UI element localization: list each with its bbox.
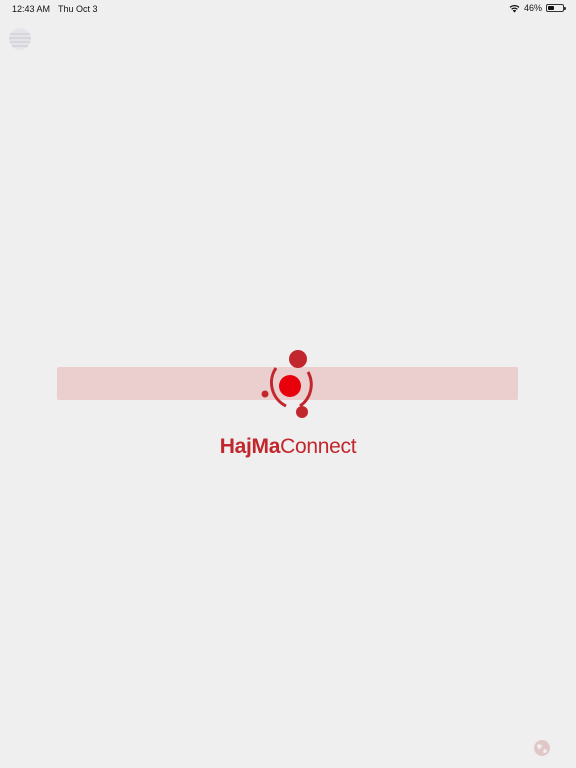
status-date: Thu Oct 3 [58, 4, 98, 14]
battery-percent: 46% [523, 3, 542, 13]
globe-icon [534, 740, 550, 756]
brand-name-bold: HajMa [219, 435, 281, 458]
hajma-logo-mark [261, 350, 313, 418]
status-right: 46% [509, 3, 566, 13]
brand-name-regular: Connect [280, 435, 357, 458]
wifi-icon [509, 4, 520, 12]
status-left: 12:43 AM Thu Oct 3 [12, 4, 98, 14]
battery-icon [546, 4, 566, 12]
status-time: 12:43 AM [12, 4, 51, 14]
battery-fill [548, 6, 555, 10]
brand-name: HajMaConnect [0, 435, 576, 459]
faded-logo-icon [9, 28, 31, 50]
status-bar: 12:43 AM Thu Oct 3 46% [0, 0, 576, 18]
